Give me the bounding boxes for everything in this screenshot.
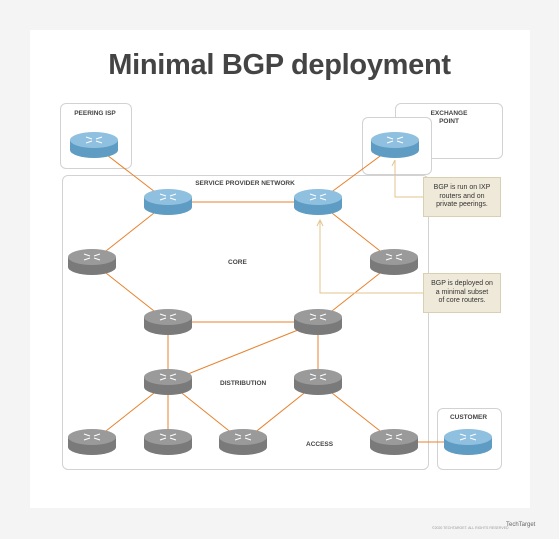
distribution-router-left-icon: [143, 368, 193, 396]
core-router-midright-icon: [293, 308, 343, 336]
ixp-pointer: [394, 160, 423, 198]
core-router-right-icon: [369, 248, 419, 276]
access-router-4-icon: [369, 428, 419, 456]
copyright-text: ©2020 TECHTARGET. ALL RIGHTS RESERVED: [432, 526, 509, 530]
core-bgp-router-right-icon: [293, 188, 343, 216]
core-router-left-icon: [67, 248, 117, 276]
access-router-3-icon: [218, 428, 268, 456]
access-router-1-icon: [67, 428, 117, 456]
core-bgp-router-left-icon: [143, 188, 193, 216]
core-router-midleft-icon: [143, 308, 193, 336]
access-router-2-icon: [143, 428, 193, 456]
distribution-router-right-icon: [293, 368, 343, 396]
link-midright-distleft: [167, 321, 319, 383]
customer-router-icon: [443, 428, 493, 456]
network-diagram: [67, 131, 493, 456]
peering-isp-router-icon: [69, 131, 119, 159]
brand-logo: TechTarget: [506, 522, 536, 528]
ixp-router-icon: [370, 131, 420, 159]
